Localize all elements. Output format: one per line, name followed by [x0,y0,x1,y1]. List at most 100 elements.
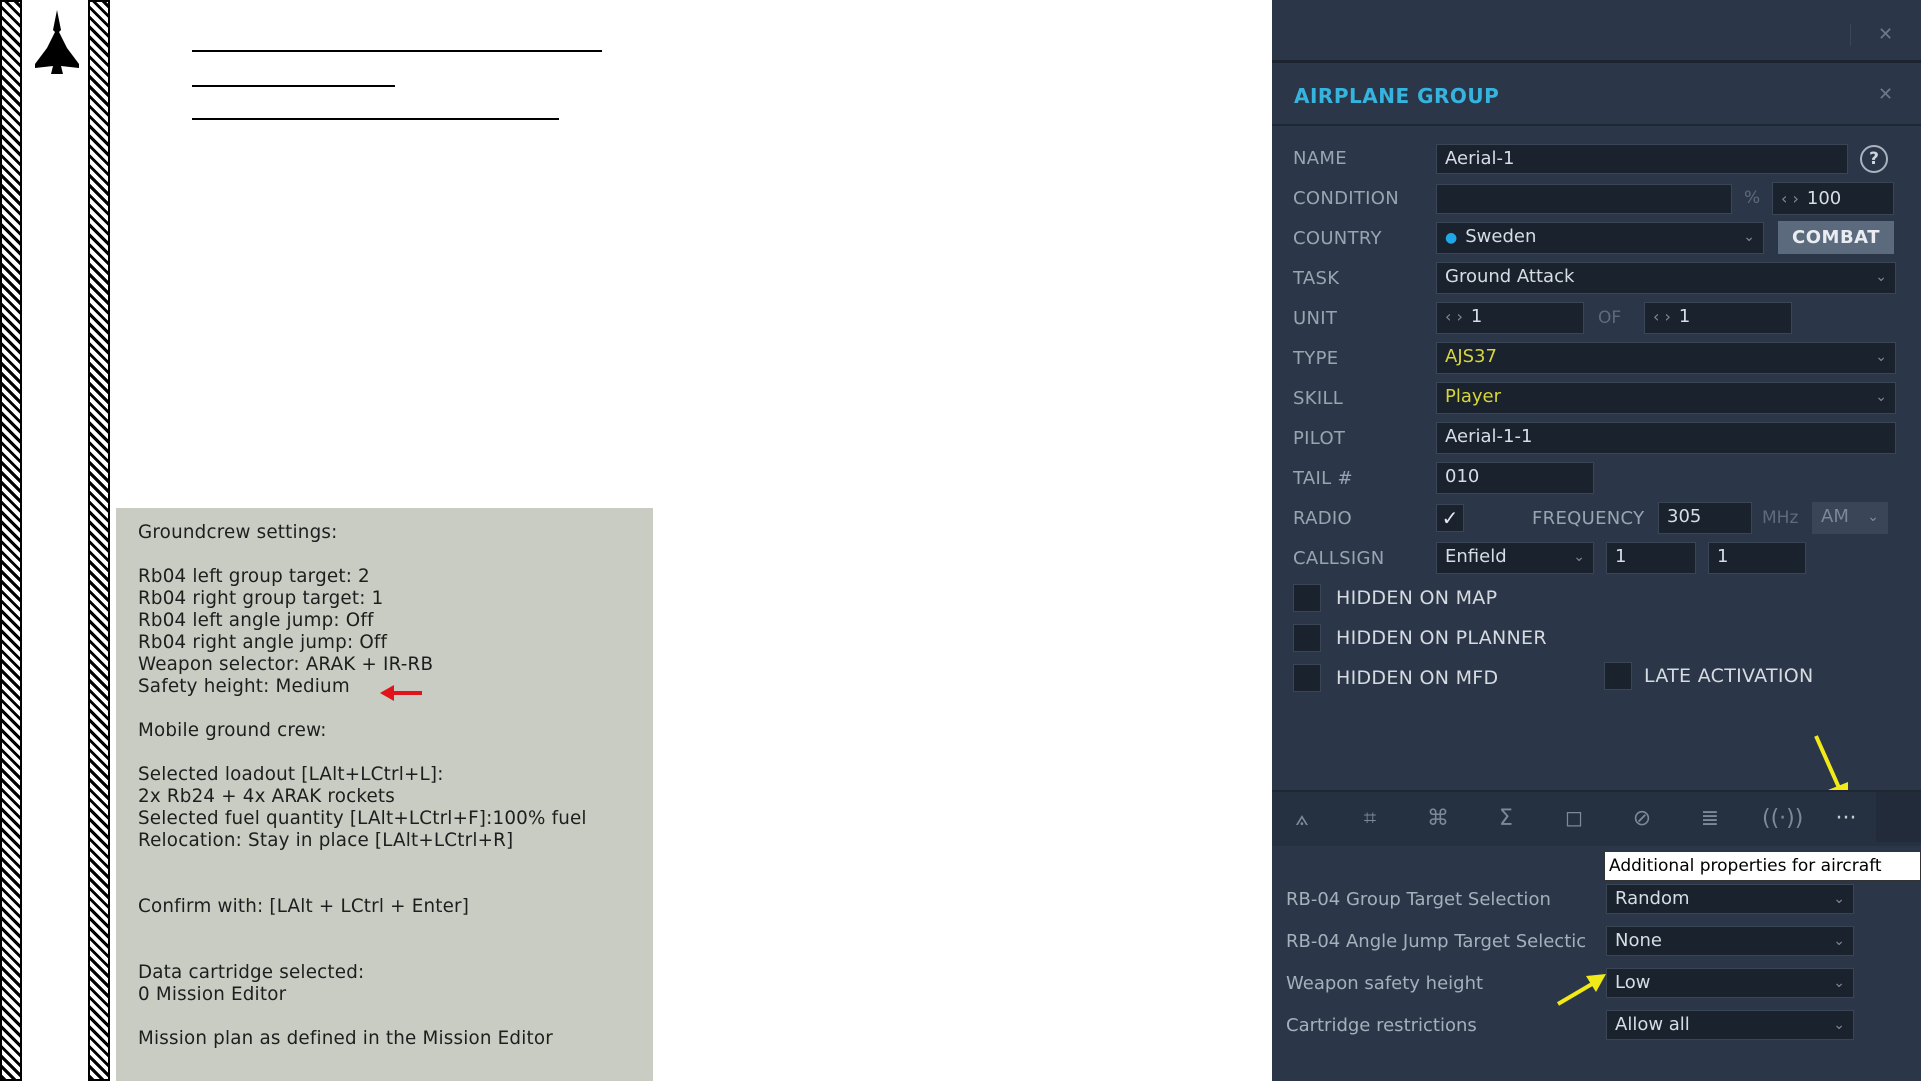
note-line: Confirm with: [LAlt + LCtrl + Enter] [138,896,470,917]
radio-label: RADIO [1293,508,1352,529]
close-icon[interactable]: ✕ [1878,26,1893,44]
unit-of-stepper[interactable]: ‹ › 1 [1644,302,1792,334]
triggered-actions-tab-icon[interactable]: ⌗ [1354,806,1386,832]
task-value: Ground Attack [1445,266,1575,287]
note-line: Rb04 right group target: 1 [138,588,384,609]
radio-tab-icon[interactable]: ((·)) [1762,806,1803,832]
note-line: Data cartridge selected: [138,962,365,983]
tail-input[interactable]: 010 [1436,462,1594,494]
late-activation-checkbox[interactable] [1604,662,1632,690]
chevron-down-icon: ⌄ [1833,891,1845,907]
note-line: 0 Mission Editor [138,984,287,1005]
panel-topbar [1272,0,1921,63]
note-line: Mobile ground crew: [138,720,327,741]
cartridge-restrictions-select[interactable]: Allow all ⌄ [1606,1010,1854,1040]
hatched-border-right [88,0,110,1081]
route-tab-icon[interactable]: ⟑ [1286,806,1318,832]
page-title: AIRPLANE GROUP [1294,84,1500,108]
unit-value: 1 [1470,306,1483,327]
tail-value: 010 [1445,466,1480,487]
hidden-on-map-checkbox[interactable] [1293,584,1321,612]
chevron-down-icon: ⌄ [1875,269,1887,285]
property-value: Allow all [1615,1014,1690,1035]
summary-tab-icon[interactable]: Σ [1490,806,1522,832]
chevron-down-icon: ⌄ [1573,549,1585,565]
callsign-number-1-input[interactable]: 1 [1606,542,1696,574]
title-underline-2 [192,85,395,87]
note-line: Mission plan as defined in the Mission E… [138,1028,553,1049]
hidden-on-mfd-checkbox[interactable] [1293,664,1321,692]
modulation-select[interactable]: AM ⌄ [1812,502,1888,534]
task-select[interactable]: Ground Attack ⌄ [1436,262,1896,294]
type-select[interactable]: AJS37 ⌄ [1436,342,1896,374]
note-line: 2x Rb24 + 4x ARAK rockets [138,786,396,807]
spin-arrows-icon[interactable]: ‹ › [1653,307,1671,326]
selected-tab-highlight [1876,792,1921,842]
mhz-label: MHz [1762,508,1799,528]
frequency-value: 305 [1667,506,1702,527]
note-line: Rb04 right angle jump: Off [138,632,388,653]
callsign-number-2-value: 1 [1717,546,1729,567]
pilot-label: PILOT [1293,428,1346,449]
condition-input[interactable] [1436,184,1732,214]
skill-value: Player [1445,386,1502,407]
red-arrow-icon [380,685,422,701]
tail-label: TAIL # [1293,468,1353,489]
note-line: Rb04 left group target: 2 [138,566,370,587]
note-line: Groundcrew settings: [138,522,338,543]
chevron-down-icon: ⌄ [1743,229,1755,245]
spin-arrows-icon[interactable]: ‹ › [1445,307,1463,326]
failures-tab-icon[interactable]: ⊘ [1626,806,1658,832]
property-label: Cartridge restrictions [1286,1015,1477,1036]
additional-properties-tab-icon[interactable]: ··· [1830,806,1862,832]
rb04-group-target-select[interactable]: Random ⌄ [1606,884,1854,914]
frequency-input[interactable]: 305 [1658,502,1752,534]
hidden-on-planner-label: HIDDEN ON PLANNER [1336,627,1547,649]
unit-label: UNIT [1293,308,1338,329]
note-line: Relocation: Stay in place [LAlt+LCtrl+R] [138,830,514,851]
task-label: TASK [1293,268,1340,289]
radio-checkbox[interactable]: ✓ [1436,504,1464,532]
callsign-value: Enfield [1445,546,1507,567]
note-line: Weapon selector: ARAK + IR-RB [138,654,434,675]
country-dot-icon: ● [1445,230,1458,246]
yellow-arrow-icon [1556,974,1606,1006]
property-value: Random [1615,888,1690,909]
condition-stepper[interactable]: ‹ › 100 [1772,182,1894,215]
property-label: Weapon safety height [1286,973,1484,994]
name-input[interactable]: Aerial-1 [1436,144,1848,174]
waypoint-actions-tab-icon[interactable]: ⌘ [1422,806,1454,832]
pilot-input[interactable]: Aerial-1-1 [1436,422,1896,454]
percent-label: % [1744,188,1761,208]
hatched-border-left [0,0,22,1081]
help-icon[interactable]: ? [1860,145,1888,173]
condition-label: CONDITION [1293,188,1400,209]
rb04-angle-jump-select[interactable]: None ⌄ [1606,926,1854,956]
combat-button[interactable]: COMBAT [1778,221,1894,254]
topbar-separator [1850,24,1851,46]
country-label: COUNTRY [1293,228,1382,249]
spin-arrows-icon[interactable]: ‹ › [1781,189,1799,208]
chevron-down-icon: ⌄ [1875,389,1887,405]
property-label: RB-04 Group Target Selection [1286,889,1551,910]
note-line: Selected fuel quantity [LAlt+LCtrl+F]:10… [138,808,587,829]
note-line: Rb04 left angle jump: Off [138,610,374,631]
airplane-group-panel: ✕ AIRPLANE GROUP ✕ NAME Aerial-1 ? CONDI… [1272,0,1921,1081]
condition-stepper-value: 100 [1806,188,1842,209]
type-label: TYPE [1293,348,1339,369]
callsign-number-1-value: 1 [1615,546,1627,567]
weapon-safety-height-select[interactable]: Low ⌄ [1606,968,1854,998]
payload-tab-icon[interactable]: ◻ [1558,806,1590,832]
groundcrew-notes-image: Groundcrew settings: Rb04 left group tar… [116,508,653,1081]
pilot-value: Aerial-1-1 [1445,426,1533,447]
country-select[interactable]: ● Sweden ⌄ [1436,222,1764,254]
callsign-number-2-input[interactable]: 1 [1708,542,1806,574]
tooltip-additional-properties: Additional properties for aircraft [1604,851,1921,881]
hidden-on-planner-checkbox[interactable] [1293,624,1321,652]
close-panel-icon[interactable]: ✕ [1878,86,1893,104]
unit-stepper[interactable]: ‹ › 1 [1436,302,1584,334]
callsign-select[interactable]: Enfield ⌄ [1436,542,1594,574]
property-label: RB-04 Angle Jump Target Selectic [1286,931,1587,952]
fuel-tab-icon[interactable]: ≣ [1694,806,1726,832]
skill-select[interactable]: Player ⌄ [1436,382,1896,414]
